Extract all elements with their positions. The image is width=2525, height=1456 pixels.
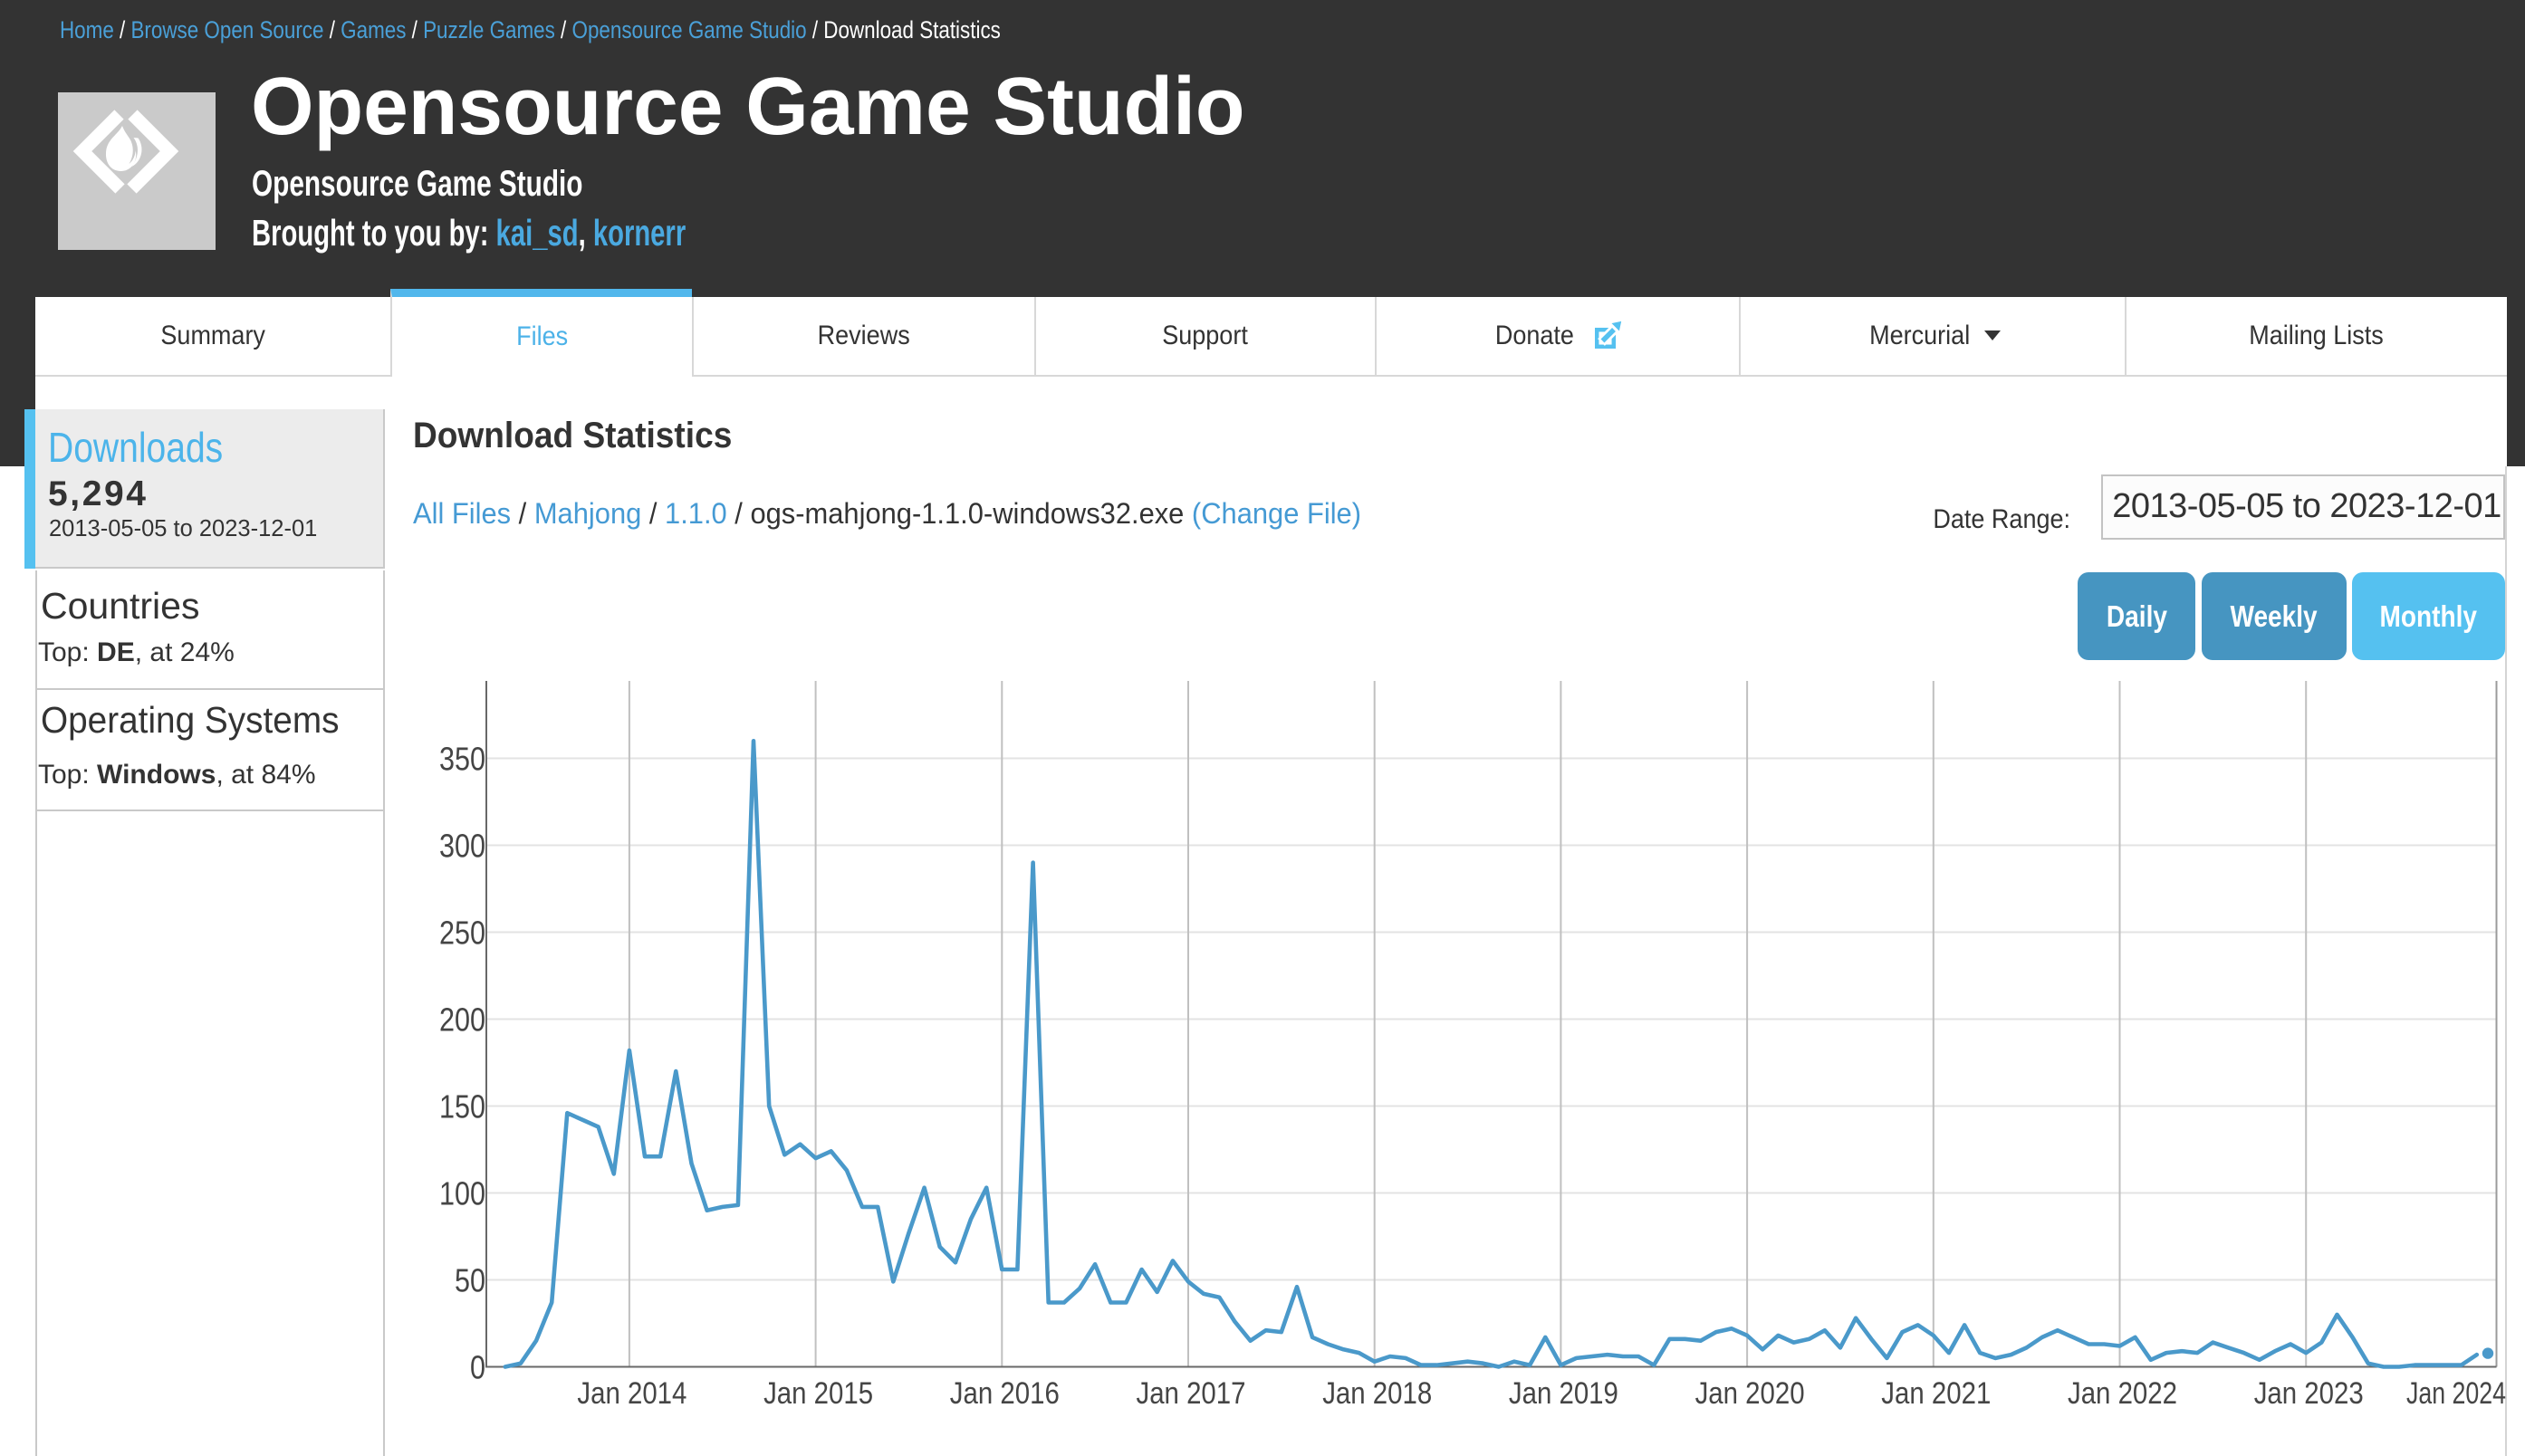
svg-text:Jan 2014: Jan 2014 <box>577 1376 686 1411</box>
svg-text:Jan 2016: Jan 2016 <box>950 1376 1060 1411</box>
svg-text:Jan 2018: Jan 2018 <box>1322 1376 1432 1411</box>
svg-text:350: 350 <box>439 741 485 778</box>
svg-text:50: 50 <box>455 1262 485 1299</box>
svg-text:Jan 2019: Jan 2019 <box>1509 1376 1618 1411</box>
svg-text:200: 200 <box>439 1001 485 1039</box>
svg-text:Jan 2022: Jan 2022 <box>2068 1376 2177 1411</box>
svg-text:Jan 2017: Jan 2017 <box>1137 1376 1246 1411</box>
svg-text:150: 150 <box>439 1088 485 1126</box>
svg-text:100: 100 <box>439 1175 485 1212</box>
svg-text:Jan 2021: Jan 2021 <box>1881 1376 1991 1411</box>
svg-text:Jan 2024: Jan 2024 <box>2406 1376 2506 1411</box>
svg-text:Jan 2015: Jan 2015 <box>763 1376 873 1411</box>
svg-text:Jan 2020: Jan 2020 <box>1695 1376 1805 1411</box>
svg-text:300: 300 <box>439 828 485 865</box>
svg-text:Jan 2023: Jan 2023 <box>2254 1376 2364 1411</box>
svg-text:0: 0 <box>470 1349 485 1386</box>
svg-text:250: 250 <box>439 915 485 952</box>
